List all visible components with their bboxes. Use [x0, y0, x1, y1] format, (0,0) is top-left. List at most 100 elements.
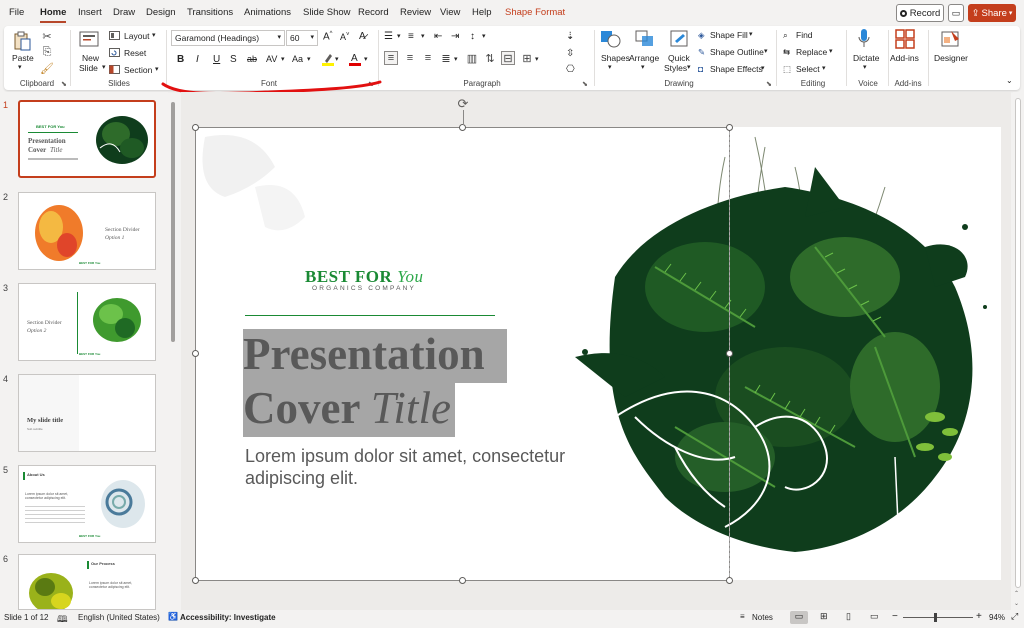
slide-sorter-icon[interactable]: ⊞ [820, 611, 828, 622]
find-button[interactable]: Find [796, 30, 813, 40]
columns-icon[interactable]: ▥ [465, 51, 479, 65]
spellcheck-icon[interactable]: 🕮 [57, 612, 68, 628]
chevron-down-icon[interactable]: ▾ [687, 63, 691, 71]
chevron-down-icon[interactable]: ▾ [18, 63, 22, 71]
accessibility-status[interactable]: Accessibility: Investigate [180, 613, 276, 622]
bold-button[interactable]: B [177, 54, 184, 65]
chevron-down-icon[interactable]: ▾ [397, 32, 401, 40]
prev-slide-icon[interactable]: ⌃ [1014, 590, 1019, 597]
shape-fill-button[interactable]: Shape Fill [710, 30, 748, 40]
tab-insert[interactable]: Insert [78, 7, 102, 18]
resize-handle-e[interactable] [726, 350, 733, 357]
tab-design[interactable]: Design [146, 7, 176, 18]
chevron-down-icon[interactable]: ▾ [152, 31, 156, 39]
resize-handle-n[interactable] [459, 124, 466, 131]
tab-view[interactable]: View [440, 7, 460, 18]
copy-icon[interactable]: ⎘ [41, 46, 53, 58]
chevron-down-icon[interactable]: ▾ [335, 55, 339, 63]
shadow-s-button[interactable]: S [230, 54, 237, 65]
vertical-scrollbar[interactable]: ⌃ ⌄ [1013, 92, 1023, 610]
slide-thumbnail-6[interactable]: Our Process Lorem ipsum dolor sit amet, … [18, 554, 156, 610]
dialog-launcher-icon[interactable]: ⬊ [766, 80, 772, 88]
line-spacing-icon[interactable]: ↕ [470, 31, 475, 42]
zoom-slider[interactable] [903, 617, 973, 618]
shrink-font-icon[interactable]: A˅ [340, 32, 350, 42]
tab-shape-format[interactable]: Shape Format [505, 7, 565, 18]
text-direction-icon[interactable]: ⇅ [483, 51, 497, 65]
tab-draw[interactable]: Draw [113, 7, 135, 18]
tab-slide-show[interactable]: Slide Show [303, 7, 351, 18]
font-color-icon[interactable]: A [349, 52, 361, 66]
chevron-down-icon[interactable]: ▾ [822, 64, 826, 72]
notes-icon[interactable]: ≡ [740, 612, 745, 621]
tab-home[interactable]: Home [40, 7, 67, 23]
normal-view-button[interactable]: ▭ [790, 611, 808, 624]
new-slide-label-1[interactable]: New [82, 53, 99, 63]
align-text-dropdown-icon[interactable]: ⇳ [566, 48, 574, 59]
resize-handle-w[interactable] [192, 350, 199, 357]
paint-bucket-icon[interactable]: ◈ [698, 30, 705, 41]
chevron-down-icon[interactable]: ▾ [535, 55, 539, 63]
addins-icon[interactable] [894, 28, 916, 50]
zoom-slider-thumb[interactable] [934, 613, 937, 622]
arrange-icon[interactable] [634, 29, 656, 49]
section-icon[interactable] [108, 64, 120, 75]
tab-file[interactable]: File [9, 7, 24, 18]
next-slide-icon[interactable]: ⌄ [1014, 600, 1019, 607]
align-center-icon[interactable]: ≡ [403, 51, 417, 65]
zoom-level[interactable]: 94% [989, 613, 1005, 622]
layout-icon[interactable] [108, 30, 120, 41]
scrollbar-thumb[interactable] [171, 102, 175, 342]
reset-button[interactable]: Reset [124, 48, 146, 58]
shape-effects-button[interactable]: Shape Effects [710, 64, 763, 74]
zoom-in-icon[interactable]: + [976, 611, 982, 622]
justify-icon[interactable]: ≣ [439, 51, 453, 65]
tab-animations[interactable]: Animations [244, 7, 291, 18]
chevron-down-icon[interactable]: ▾ [863, 63, 867, 71]
section-button[interactable]: Section [124, 65, 152, 75]
chevron-down-icon[interactable]: ▾ [102, 63, 106, 71]
tab-review[interactable]: Review [400, 7, 431, 18]
bullets-icon[interactable]: ☰ [384, 31, 393, 42]
replace-icon[interactable]: ⇆ [783, 47, 790, 58]
search-icon[interactable]: ⌕ [783, 30, 788, 41]
tab-help[interactable]: Help [472, 7, 492, 18]
record-button[interactable]: Record [896, 4, 944, 22]
shape-outline-button[interactable]: Shape Outline [710, 47, 764, 57]
new-slide-icon[interactable] [78, 29, 100, 49]
font-size-dropdown[interactable]: 60 ▾ [286, 30, 318, 46]
select-icon[interactable]: ⬚ [783, 64, 791, 75]
change-case-button[interactable]: Aa [292, 54, 303, 64]
chevron-down-icon[interactable]: ▾ [155, 65, 159, 73]
scrollbar-thumb[interactable] [1015, 98, 1021, 588]
language-indicator[interactable]: English (United States) [78, 613, 160, 622]
shapes-icon[interactable] [600, 29, 622, 49]
character-spacing-button[interactable]: AV [266, 54, 277, 64]
effects-icon[interactable]: ◘ [698, 64, 703, 74]
chevron-down-icon[interactable]: ▾ [761, 64, 765, 72]
accessibility-icon[interactable]: ♿ [168, 612, 178, 621]
zoom-out-icon[interactable]: − [892, 611, 898, 622]
addins-button[interactable]: Add-ins [890, 53, 919, 63]
microphone-icon[interactable] [856, 28, 872, 50]
shapes-button[interactable]: Shapes [601, 53, 630, 63]
chevron-down-icon[interactable]: ▾ [482, 32, 486, 40]
rotate-handle-icon[interactable]: ⟳ [455, 97, 471, 111]
slide-thumbnail-4[interactable]: My slide title Sub subtitle [18, 374, 156, 452]
align-right-icon[interactable]: ≡ [421, 51, 435, 65]
select-button[interactable]: Select [796, 64, 820, 74]
tab-record[interactable]: Record [358, 7, 389, 18]
reset-icon[interactable] [108, 47, 120, 58]
notes-button[interactable]: Notes [752, 613, 773, 622]
text-direction-dropdown-icon[interactable]: ⇣ [566, 31, 574, 42]
align-text-icon[interactable]: ⊟ [501, 51, 515, 65]
slide-thumbnail-2[interactable]: Section Divider Option 1 BEST FOR You [18, 192, 156, 270]
new-slide-label-2[interactable]: Slide [79, 63, 98, 73]
quick-styles-icon[interactable] [669, 29, 691, 49]
quick-styles-label-2[interactable]: Styles [664, 63, 687, 73]
resize-handle-nw[interactable] [192, 124, 199, 131]
fit-to-window-icon[interactable]: ⤢ [1011, 611, 1018, 622]
chevron-down-icon[interactable]: ▾ [454, 55, 458, 63]
dialog-launcher-icon[interactable]: ⬊ [582, 80, 588, 88]
selected-shape-frame[interactable] [195, 127, 730, 581]
